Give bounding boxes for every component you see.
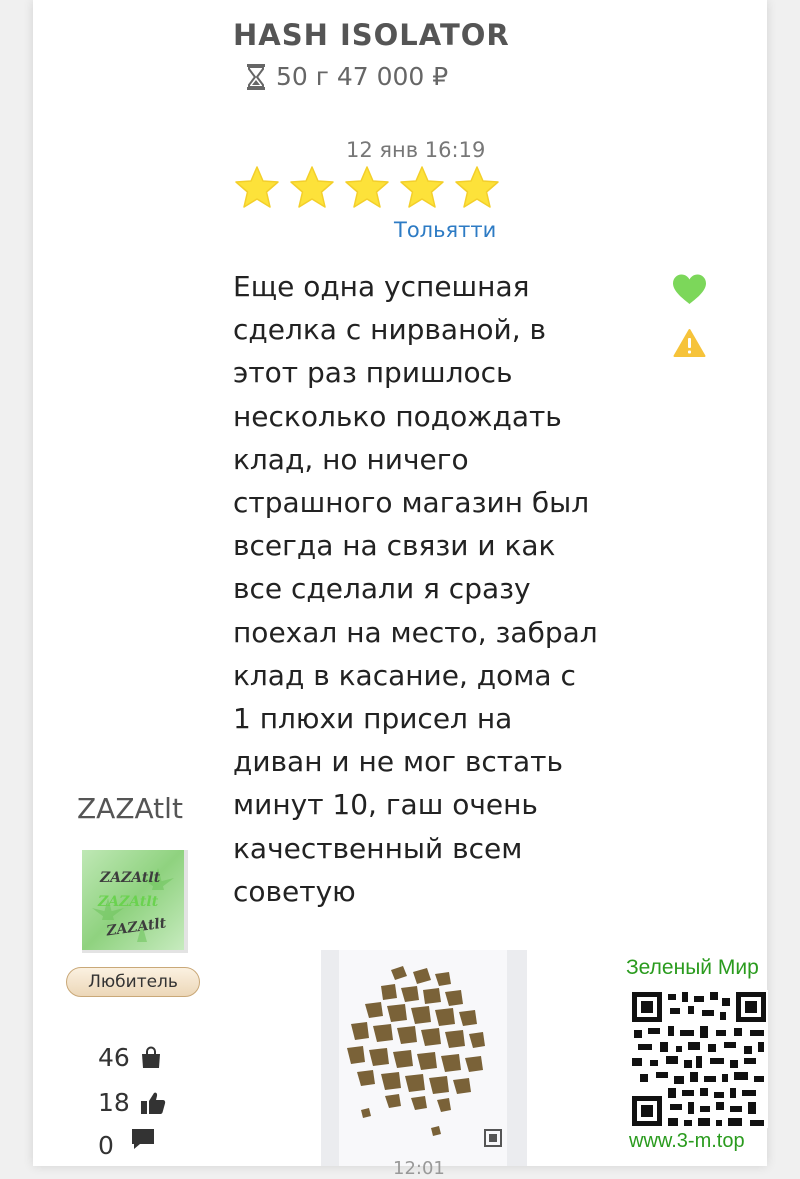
avatar-image: ZAZAtlt ZAZAtlt ZAZAtlt — [92, 868, 174, 942]
star-icon — [235, 166, 279, 208]
avatar-text: ZAZAtlt — [97, 894, 159, 910]
product-weight-price: 50 г 47 000 ₽ — [276, 62, 449, 91]
comment-icon — [131, 1128, 154, 1149]
avatar-text: ZAZAtlt — [104, 915, 167, 939]
likes-count: 18 — [98, 1088, 166, 1117]
user-name[interactable]: ZAZAtlt — [77, 792, 183, 825]
review-city-link[interactable]: Тольятти — [394, 218, 496, 242]
review-text: Еще одна успешная сделка с нирваной, в э… — [233, 270, 598, 908]
purchases-value: 46 — [98, 1043, 130, 1072]
star-icon — [455, 166, 499, 208]
review-photo[interactable] — [321, 950, 527, 1166]
review-photo-image — [321, 950, 527, 1166]
star-icon — [345, 166, 389, 208]
comments-count: 0 — [98, 1128, 156, 1160]
user-avatar[interactable]: ZAZAtlt ZAZAtlt ZAZAtlt — [82, 850, 188, 953]
star-icon — [290, 166, 334, 208]
review-date: 12 янв 16:19 — [346, 138, 486, 162]
thumbs-up-icon — [140, 1092, 165, 1114]
product-title[interactable]: HASH ISOLATOR — [233, 18, 510, 52]
watermark-title: Зеленый Мир — [626, 956, 759, 979]
user-rank-badge: Любитель — [66, 967, 200, 997]
shopping-bag-icon — [141, 1046, 160, 1068]
photo-caption: 12:01 — [393, 1158, 445, 1179]
purchases-count: 46 — [98, 1043, 162, 1072]
product-meta: 50 г 47 000 ₽ — [246, 62, 448, 91]
watermark-url: www.3-m.top — [629, 1130, 745, 1152]
rating-stars — [232, 164, 502, 212]
warning-icon[interactable] — [673, 328, 706, 358]
comments-value: 0 — [98, 1131, 114, 1160]
likes-value: 18 — [98, 1088, 130, 1117]
heart-icon[interactable] — [671, 273, 708, 306]
star-icon — [400, 166, 444, 208]
hourglass-icon — [247, 63, 265, 90]
qr-code-icon — [630, 990, 768, 1128]
avatar-text: ZAZAtlt — [99, 870, 161, 886]
